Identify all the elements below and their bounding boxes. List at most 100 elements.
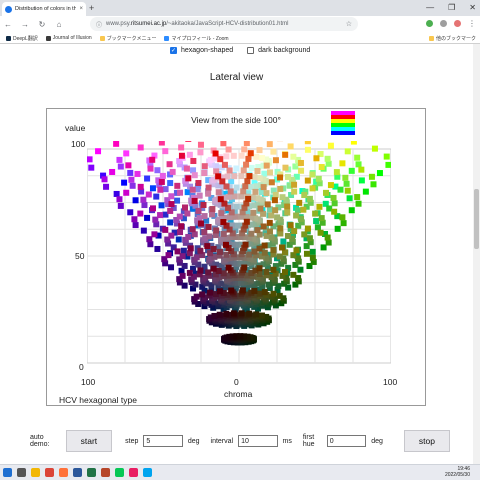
color-point	[334, 225, 341, 232]
close-window-button[interactable]: ✕	[469, 3, 476, 12]
color-point	[258, 155, 265, 162]
extensions-puzzle-icon[interactable]	[440, 20, 447, 27]
app-icon[interactable]	[129, 468, 138, 477]
color-point	[174, 182, 181, 189]
color-point	[251, 287, 258, 294]
color-point	[247, 150, 254, 157]
home-icon[interactable]: ⌂	[55, 20, 63, 29]
bookmark-item[interactable]: マイプロフィール - Zoom	[164, 35, 229, 42]
step-input[interactable]: 5	[143, 435, 183, 447]
new-tab-button[interactable]: +	[89, 3, 94, 13]
interval-input[interactable]: 10	[238, 435, 278, 447]
excel-icon[interactable]	[87, 468, 96, 477]
browser-toolbar: ← → ↻ ⌂ ⓘ www.psy.ritsumei.ac.jp/~akitao…	[0, 16, 480, 33]
color-point	[270, 148, 277, 155]
firefox-icon[interactable]	[59, 468, 68, 477]
color-point	[303, 250, 310, 257]
file-explorer-icon[interactable]	[31, 468, 40, 477]
color-point	[205, 184, 212, 191]
color-scatter-plot	[87, 141, 391, 364]
color-point	[182, 204, 189, 211]
profile-avatar[interactable]	[454, 20, 461, 27]
color-point	[195, 179, 202, 186]
search-icon[interactable]	[17, 468, 26, 477]
tab-title: Distribution of colors in the HC	[15, 6, 77, 12]
app-icon[interactable]	[143, 468, 152, 477]
reload-icon[interactable]: ↻	[38, 20, 46, 29]
color-point	[342, 174, 349, 181]
color-point	[225, 193, 232, 200]
color-point	[340, 220, 347, 227]
bookmark-item[interactable]: Journal of Illusion	[45, 35, 92, 41]
color-point	[331, 208, 338, 215]
color-point	[145, 191, 152, 198]
color-point	[210, 245, 217, 252]
color-point	[266, 228, 273, 235]
maximize-button[interactable]: ❐	[448, 3, 455, 12]
y-axis-label: value	[65, 123, 86, 133]
first-hue-input[interactable]: 0	[326, 435, 367, 447]
hexagon-option[interactable]: ✓ hexagon-shaped	[170, 47, 233, 54]
powerpoint-icon[interactable]	[101, 468, 110, 477]
color-point	[144, 175, 151, 182]
line-icon[interactable]	[115, 468, 124, 477]
start-menu-icon[interactable]	[3, 468, 12, 477]
color-point	[140, 196, 147, 203]
color-point	[260, 210, 267, 217]
dark-background-option[interactable]: dark background	[247, 47, 310, 54]
color-point	[183, 165, 190, 172]
color-point	[253, 311, 260, 318]
color-point	[88, 164, 95, 171]
color-point	[141, 202, 148, 209]
extension-icon[interactable]	[426, 20, 433, 27]
tab-strip: Distribution of colors in the HC × + — ❐…	[0, 0, 480, 16]
color-point	[298, 167, 305, 174]
hexagon-checkbox[interactable]: ✓	[170, 47, 177, 54]
back-icon[interactable]: ←	[4, 20, 12, 29]
color-point	[383, 153, 390, 160]
stop-button[interactable]: stop	[403, 430, 450, 452]
color-point	[270, 247, 277, 254]
dark-background-label: dark background	[258, 47, 311, 54]
color-point	[309, 248, 316, 255]
color-point	[300, 206, 307, 213]
color-point	[168, 193, 175, 200]
color-point	[207, 289, 214, 296]
color-point	[243, 161, 250, 168]
other-bookmarks[interactable]: 他のブックマーク	[428, 35, 476, 42]
color-point	[245, 195, 252, 202]
color-point	[346, 195, 353, 202]
word-icon[interactable]	[73, 468, 82, 477]
bookmark-item[interactable]: ブックマークメニュー	[99, 35, 156, 42]
close-tab-icon[interactable]: ×	[79, 6, 83, 12]
start-button[interactable]: start	[65, 430, 113, 452]
color-point	[167, 180, 174, 187]
color-point	[271, 197, 278, 204]
color-point	[301, 231, 308, 238]
color-point	[276, 253, 283, 260]
color-point	[287, 143, 294, 150]
dark-background-checkbox[interactable]	[247, 47, 255, 54]
address-bar[interactable]: ⓘ www.psy.ritsumei.ac.jp/~akitaoka/JavaS…	[90, 17, 358, 31]
color-point	[275, 283, 282, 290]
color-point	[344, 187, 351, 194]
interval-unit: ms	[282, 437, 292, 445]
chrome-icon[interactable]	[45, 468, 54, 477]
color-point	[291, 188, 298, 195]
color-point	[293, 247, 300, 254]
forward-icon[interactable]: →	[21, 20, 29, 29]
page-scrollbar[interactable]	[473, 44, 480, 464]
color-point	[256, 147, 263, 154]
color-point	[205, 190, 212, 197]
menu-icon[interactable]: ⋮	[468, 19, 476, 28]
color-point	[210, 265, 217, 272]
color-point	[241, 146, 248, 153]
bookmark-star-icon[interactable]: ☆	[346, 20, 352, 28]
minimize-button[interactable]: —	[426, 3, 434, 12]
bookmark-item[interactable]: DeepL翻訳	[6, 35, 38, 42]
color-point	[197, 267, 204, 274]
browser-tab[interactable]: Distribution of colors in the HC ×	[2, 2, 86, 16]
color-point	[177, 229, 184, 236]
scrollbar-thumb[interactable]	[474, 189, 479, 249]
plot-footer: HCV hexagonal type	[59, 395, 137, 405]
